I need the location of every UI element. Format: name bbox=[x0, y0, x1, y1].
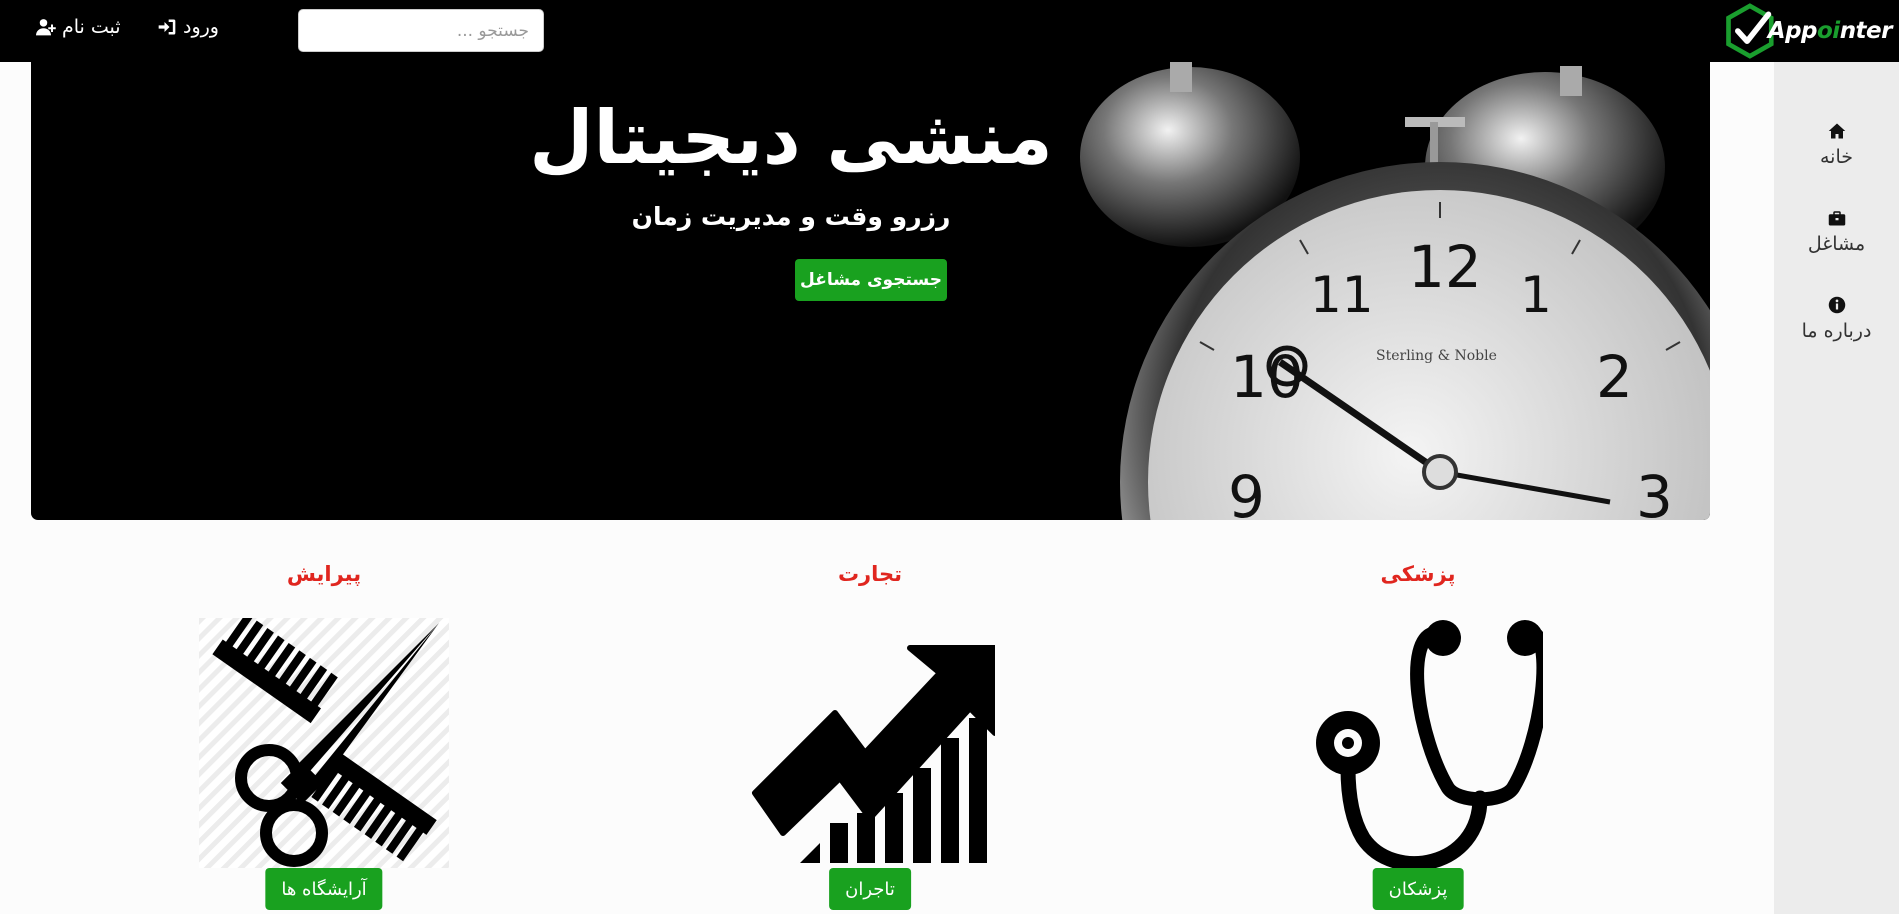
category-title: تجارت bbox=[837, 562, 903, 586]
signup-label: ثبت نام bbox=[62, 16, 121, 38]
sidebar-item-label: خانه bbox=[1819, 146, 1853, 168]
sidebar-item-label: درباره ما bbox=[1801, 320, 1872, 342]
svg-text:Sterling & Noble: Sterling & Noble bbox=[1376, 348, 1497, 364]
svg-text:12: 12 bbox=[1408, 233, 1482, 301]
barbershops-button[interactable]: آرایشگاه ها bbox=[265, 868, 383, 910]
category-card-trade: تجارت تاجران bbox=[720, 562, 1020, 910]
sidebar: خانه مشاغل درباره ما bbox=[1774, 62, 1899, 914]
svg-text:10: 10 bbox=[1230, 343, 1304, 411]
info-circle-icon bbox=[1828, 296, 1845, 314]
category-title: پزشکی bbox=[1380, 562, 1456, 586]
svg-text:2: 2 bbox=[1596, 343, 1633, 411]
svg-text:9: 9 bbox=[1228, 463, 1265, 520]
category-card-beauty: پیرایش آرایشگاه ها bbox=[174, 562, 474, 910]
hero-banner: 12 11 1 10 2 9 3 Sterling & Noble منشی د… bbox=[31, 62, 1710, 520]
user-plus-icon bbox=[36, 19, 56, 36]
category-card-medical: پزشکی پزشکان bbox=[1268, 562, 1568, 910]
doctors-button[interactable]: پزشکان bbox=[1372, 868, 1464, 910]
home-icon bbox=[1828, 123, 1845, 139]
svg-text:11: 11 bbox=[1310, 266, 1374, 324]
svg-text:1: 1 bbox=[1520, 266, 1552, 324]
svg-text:3: 3 bbox=[1636, 463, 1673, 520]
login-label: ورود bbox=[183, 16, 219, 38]
growth-chart-icon bbox=[752, 645, 995, 863]
sidebar-item-label: مشاغل bbox=[1807, 233, 1866, 255]
sidebar-item-home[interactable]: خانه bbox=[1774, 122, 1899, 168]
category-title: پیرایش bbox=[286, 562, 362, 586]
sidebar-item-jobs[interactable]: مشاغل bbox=[1774, 209, 1899, 255]
hero-title: منشی دیجیتال bbox=[529, 95, 1053, 181]
stethoscope-icon bbox=[1316, 620, 1543, 868]
scissors-comb-icon bbox=[199, 618, 449, 868]
signup-link[interactable]: ثبت نام bbox=[36, 16, 121, 38]
hero-subtitle: رزرو وقت و مدیریت زمان bbox=[631, 202, 951, 231]
top-navbar: ثبت نام ورود Appointer bbox=[0, 0, 1899, 62]
briefcase-icon bbox=[1828, 211, 1845, 226]
search-input[interactable] bbox=[298, 9, 544, 52]
brand-name: Appointer bbox=[1767, 18, 1893, 44]
sidebar-item-about[interactable]: درباره ما bbox=[1774, 296, 1899, 342]
merchants-button[interactable]: تاجران bbox=[829, 868, 911, 910]
brand-logo[interactable]: Appointer bbox=[1722, 0, 1893, 62]
sign-in-icon bbox=[158, 19, 176, 35]
search-jobs-button[interactable]: جستجوی مشاغل bbox=[795, 259, 947, 301]
login-link[interactable]: ورود bbox=[157, 16, 219, 38]
